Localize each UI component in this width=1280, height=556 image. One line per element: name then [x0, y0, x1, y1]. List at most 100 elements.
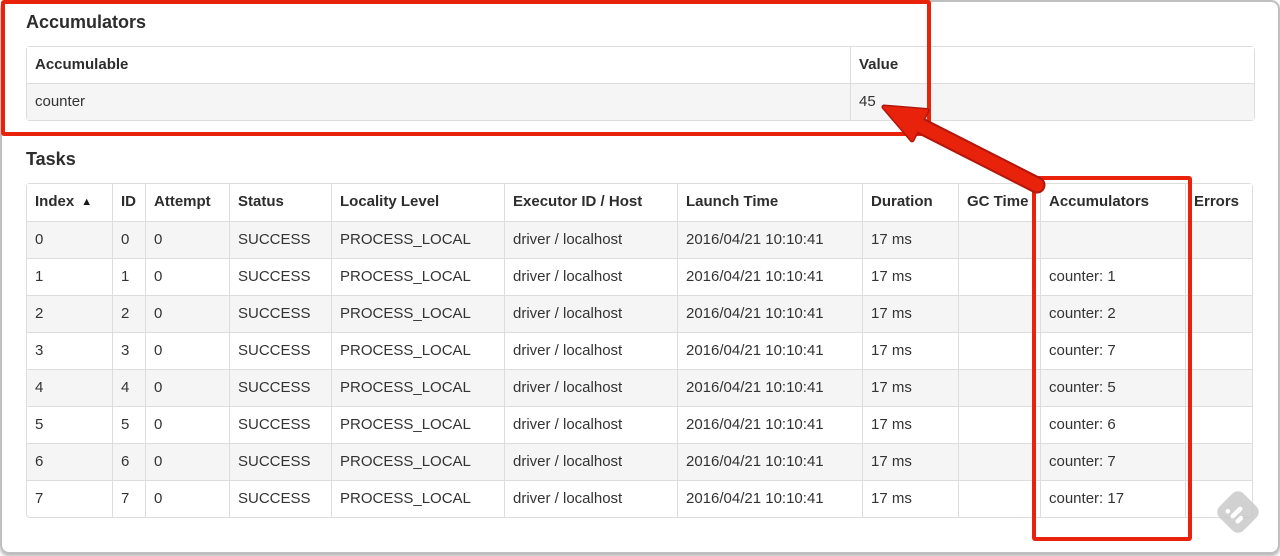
table-cell: 0 [145, 406, 229, 443]
table-row: 2 2 0 SUCCESS PROCESS_LOCAL driver / localhos… [27, 295, 1252, 332]
table-cell: 17 ms [862, 258, 958, 295]
table-cell [958, 332, 1040, 369]
table-cell: 2 [27, 295, 112, 332]
table-cell: driver / localhost [504, 406, 677, 443]
table-cell: 2016/04/21 10:10:41 [677, 369, 862, 406]
table-cell: 6 [27, 443, 112, 480]
table-cell: PROCESS_LOCAL [331, 221, 504, 258]
table-cell [1185, 221, 1252, 258]
table-cell: driver / localhost [504, 480, 677, 517]
table-cell [1185, 332, 1252, 369]
table-cell [958, 295, 1040, 332]
column-header-locality-level[interactable]: Locality Level [331, 184, 504, 221]
table-cell: 4 [27, 369, 112, 406]
table-cell: counter: 1 [1040, 258, 1185, 295]
table-cell: 0 [145, 480, 229, 517]
table-cell: 0 [145, 221, 229, 258]
table-cell: driver / localhost [504, 295, 677, 332]
column-header-attempt[interactable]: Attempt [145, 184, 229, 221]
table-cell: PROCESS_LOCAL [331, 258, 504, 295]
table-cell: 2016/04/21 10:10:41 [677, 480, 862, 517]
sort-ascending-icon: ▲ [81, 196, 93, 208]
table-cell: driver / localhost [504, 332, 677, 369]
table-cell: 17 ms [862, 295, 958, 332]
table-row: 3 3 0 SUCCESS PROCESS_LOCAL driver / localhos… [27, 332, 1252, 369]
column-header-launch-time[interactable]: Launch Time [677, 184, 862, 221]
table-cell: counter: 17 [1040, 480, 1185, 517]
table-cell: 3 [112, 332, 145, 369]
table-cell: driver / localhost [504, 443, 677, 480]
table-cell: 2016/04/21 10:10:41 [677, 221, 862, 258]
column-header-label: Launch Time [686, 193, 779, 210]
accumulators-table: Accumulable Value counter 45 [26, 46, 1255, 121]
table-cell [1185, 406, 1252, 443]
table-cell [958, 369, 1040, 406]
table-cell: PROCESS_LOCAL [331, 295, 504, 332]
table-cell: PROCESS_LOCAL [331, 406, 504, 443]
table-cell [958, 258, 1040, 295]
table-cell: PROCESS_LOCAL [331, 480, 504, 517]
table-cell: PROCESS_LOCAL [331, 369, 504, 406]
table-cell: 2016/04/21 10:10:41 [677, 332, 862, 369]
column-header-index[interactable]: Index ▲ [27, 184, 112, 221]
table-cell: 0 [27, 221, 112, 258]
table-cell: counter [27, 83, 850, 120]
table-cell [1185, 443, 1252, 480]
column-header-gc-time[interactable]: GC Time [958, 184, 1040, 221]
table-cell: SUCCESS [229, 332, 331, 369]
table-cell: 3 [27, 332, 112, 369]
table-cell: 17 ms [862, 332, 958, 369]
column-header-label: ID [121, 193, 136, 210]
column-header-errors[interactable]: Errors [1185, 184, 1252, 221]
column-header-label: Errors [1194, 193, 1240, 210]
column-header-label: Attempt [154, 193, 211, 210]
table-cell: driver / localhost [504, 258, 677, 295]
table-cell: 5 [27, 406, 112, 443]
column-header-id[interactable]: ID [112, 184, 145, 221]
table-cell: 1 [27, 258, 112, 295]
column-header-label: Accumulators [1049, 193, 1150, 210]
table-row: 4 4 0 SUCCESS PROCESS_LOCAL driver / localhos… [27, 369, 1252, 406]
column-header-accumulators[interactable]: Accumulators [1040, 184, 1185, 221]
table-cell: 45 [850, 83, 1254, 120]
table-cell: 17 ms [862, 406, 958, 443]
table-cell: 7 [112, 480, 145, 517]
column-header-value: Value [850, 47, 1254, 83]
table-cell: 2016/04/21 10:10:41 [677, 295, 862, 332]
table-cell: PROCESS_LOCAL [331, 332, 504, 369]
table-cell [958, 221, 1040, 258]
table-cell: 0 [145, 295, 229, 332]
table-cell: SUCCESS [229, 258, 331, 295]
table-cell: counter: 2 [1040, 295, 1185, 332]
column-header-duration[interactable]: Duration [862, 184, 958, 221]
column-header-accumulable: Accumulable [27, 47, 850, 83]
table-row: 1 1 0 SUCCESS PROCESS_LOCAL driver / localhos… [27, 258, 1252, 295]
table-row: counter 45 [27, 83, 1254, 120]
column-header-label: Status [238, 193, 284, 210]
column-header-executor-id-host[interactable]: Executor ID / Host [504, 184, 677, 221]
table-cell: 17 ms [862, 443, 958, 480]
table-cell: 17 ms [862, 369, 958, 406]
tasks-table-header-row: Index ▲ ID Attempt Status Locality Level Execu… [27, 184, 1252, 221]
accumulators-table-header-row: Accumulable Value [27, 47, 1254, 83]
table-cell: 0 [145, 443, 229, 480]
table-row: 0 0 0 SUCCESS PROCESS_LOCAL driver / localhos… [27, 221, 1252, 258]
table-cell [958, 480, 1040, 517]
table-cell [1185, 480, 1252, 517]
table-cell: 0 [112, 221, 145, 258]
table-cell: counter: 7 [1040, 332, 1185, 369]
table-cell [1185, 258, 1252, 295]
table-cell: 2016/04/21 10:10:41 [677, 258, 862, 295]
table-cell: SUCCESS [229, 443, 331, 480]
tasks-section-title: Tasks [26, 149, 76, 169]
page-content: Accumulators Accumulable Value counter 45 … [26, 12, 1255, 518]
tasks-table: Index ▲ ID Attempt Status Locality Level Execu… [26, 183, 1253, 518]
table-cell: 6 [112, 443, 145, 480]
table-row: 6 6 0 SUCCESS PROCESS_LOCAL driver / localhos… [27, 443, 1252, 480]
column-header-label: Duration [871, 193, 933, 210]
table-cell: counter: 6 [1040, 406, 1185, 443]
table-cell: 1 [112, 258, 145, 295]
column-header-label: Executor ID / Host [513, 193, 643, 210]
column-header-status[interactable]: Status [229, 184, 331, 221]
table-cell [958, 443, 1040, 480]
